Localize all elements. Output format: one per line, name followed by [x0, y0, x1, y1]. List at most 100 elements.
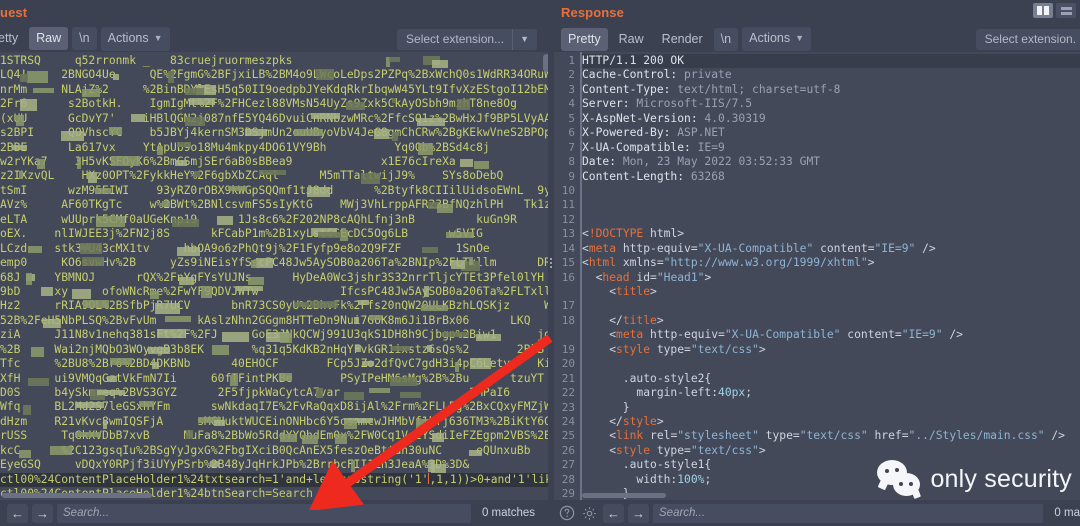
gear-icon[interactable] [0, 504, 3, 523]
redaction-block [175, 160, 187, 166]
response-extension-select[interactable]: Select extension. [975, 29, 1080, 50]
search-next-button[interactable]: → [32, 503, 53, 523]
redaction-block [96, 215, 125, 227]
request-payload-line-txtsearch[interactable]: ctl00%24ContentPlaceHolder1%24txtsearch=… [0, 472, 551, 488]
request-body-editor[interactable]: 1STRSQ q52rronmk _ 83cruejruormeszpks LQ… [0, 51, 551, 500]
request-raw-line: 2Fr6 s2BotkH. IgmIgMt%2F%2FHCezl88VMsN54… [0, 97, 517, 112]
redaction-block [31, 346, 44, 358]
request-horizontal-scrollbar[interactable] [0, 493, 551, 500]
redaction-block [111, 156, 140, 166]
redaction-block [248, 276, 264, 285]
request-raw-line: LCzd stk3YU43cMX1tv hbOA9o6zPhQt9j%2F1Fy… [0, 242, 551, 257]
response-body-line: <style type="text/css"> [582, 342, 766, 356]
redaction-block [279, 372, 292, 381]
line-number: 14 [561, 241, 575, 255]
line-number: 18 [561, 313, 575, 327]
tab-request-raw[interactable]: Raw [29, 27, 69, 51]
request-raw-line: 52B%2FeH5NbPLSQ%2BvFvUm kAslzNhn2GGgm8HT… [0, 313, 531, 329]
response-body-editor[interactable]: 1 2 3 4 5 6 7 8 9 10 11 12 13 14 15 16 17 18 19 20 21 22 23 24 2… [554, 52, 1080, 500]
response-search-input[interactable]: Search... [653, 503, 1044, 523]
request-raw-line: emp0 KO6svwHv%2B yZs9iNEisYfSscPC48Jw5Ay… [0, 256, 551, 271]
response-actions-button[interactable]: Actions ▼ [742, 27, 812, 51]
tab-response-newline[interactable]: \n [713, 27, 739, 51]
redaction-block [217, 215, 233, 225]
line-number: 5 [568, 111, 575, 125]
redaction-block [416, 418, 430, 430]
response-header-line: X-Powered-By: ASP.NET [582, 126, 725, 140]
redaction-block [424, 285, 429, 297]
request-extension-select[interactable]: Select extension... ▼ [397, 28, 537, 50]
redaction-block [201, 285, 212, 298]
question-mark-icon[interactable] [557, 504, 576, 523]
request-raw-line: 9bD xy ofoWNcRme%2FwYF9QDVJWTw IfcsPC48J… [0, 284, 551, 300]
wechat-logo-icon [877, 460, 923, 499]
redaction-block [152, 362, 159, 370]
redaction-block [335, 434, 347, 444]
tab-response-render[interactable]: Render [655, 28, 710, 51]
response-body-line: <meta http-equiv="X-UA-Compatible" conte… [582, 328, 963, 342]
redaction-block [344, 392, 364, 400]
request-raw-lines: 1STRSQ q52rronmk _ 83cruejruormeszpks LQ… [0, 52, 551, 500]
redaction-block [131, 113, 145, 122]
request-raw-line: s2BPI QOVhscYC b5JBYj4kernSM3DSjmUn2ouUB… [0, 126, 551, 141]
tab-request-pretty[interactable]: etty [0, 27, 25, 50]
redaction-block [179, 276, 194, 285]
request-panel-title: quest [0, 5, 28, 20]
redaction-block [316, 69, 334, 81]
redaction-block [19, 171, 23, 180]
response-body-line: </style> [582, 414, 664, 428]
redaction-block [374, 129, 389, 140]
request-search-input[interactable]: Search... [57, 503, 471, 523]
redaction-block [97, 390, 125, 395]
redaction-block [185, 87, 204, 95]
line-number: 15 [561, 256, 575, 270]
request-raw-line: tSmI wzM95EIWI 93yRZ0rOBX9kWGpSQQmf1tJ8d… [0, 183, 551, 197]
redaction-block [109, 127, 122, 136]
redaction-block [107, 375, 117, 382]
redaction-block [37, 159, 45, 170]
response-body-line: margin-left:40px; [582, 386, 753, 400]
redaction-block [421, 305, 448, 312]
redaction-block [43, 318, 61, 329]
request-raw-line: rUSS TqGkXVDbB7xvB MuFa8%2BbWo5RddYYQhdE… [0, 429, 551, 444]
tab-response-raw[interactable]: Raw [612, 28, 651, 51]
tab-response-pretty[interactable]: Pretty [561, 27, 608, 51]
redaction-block [251, 260, 257, 269]
redaction-block [83, 300, 109, 309]
line-number: 11 [561, 198, 575, 212]
redaction-block [469, 257, 473, 266]
redaction-block [369, 314, 382, 320]
request-raw-line: 68J YBMNOJ rQX%2FnYgFYsYUJNs HyDeA0Wc3js… [0, 271, 551, 285]
response-header-line: X-AspNet-Version: 4.0.30319 [582, 111, 766, 125]
request-raw-line: (xUU GcDvY7' iHBlQGN2j087nfE5YQ46DvuiCnR… [0, 111, 551, 126]
response-search-next-button[interactable]: → [628, 503, 649, 523]
request-actions-button[interactable]: Actions ▼ [100, 26, 170, 51]
panel-splitter-handle[interactable] [548, 26, 554, 500]
redaction-block [113, 74, 119, 81]
redaction-block [369, 388, 390, 393]
response-header-line: Content-Length: 63268 [582, 169, 725, 183]
redaction-block [155, 303, 180, 314]
redaction-block [389, 56, 400, 62]
redaction-block [95, 187, 111, 194]
vertical-split-layout-icon[interactable] [1033, 3, 1053, 18]
horizontal-stack-layout-icon[interactable] [1056, 3, 1076, 18]
redaction-block [358, 300, 369, 306]
redaction-block [427, 344, 432, 352]
redaction-block [392, 132, 398, 141]
tab-request-newline[interactable]: \n [72, 27, 97, 51]
response-panel: Response Pretty Raw Render \n Actions ▼ S… [551, 0, 1080, 526]
search-prev-button[interactable]: ← [7, 503, 28, 523]
redaction-block [16, 114, 24, 126]
line-number: 2 [568, 68, 575, 82]
line-number: 25 [561, 429, 575, 443]
response-body-line: <title> [582, 285, 657, 298]
redaction-block [150, 290, 159, 300]
response-search-prev-button[interactable]: ← [603, 503, 624, 523]
redaction-block [230, 374, 238, 386]
gear-icon[interactable] [580, 504, 599, 523]
redaction-block [310, 301, 338, 309]
redaction-block [82, 257, 104, 267]
line-number: 17 [561, 299, 575, 313]
response-line-numbers: 1 2 3 4 5 6 7 8 9 10 11 12 13 14 15 16 17 18 19 20 21 22 23 24 2… [554, 52, 580, 500]
